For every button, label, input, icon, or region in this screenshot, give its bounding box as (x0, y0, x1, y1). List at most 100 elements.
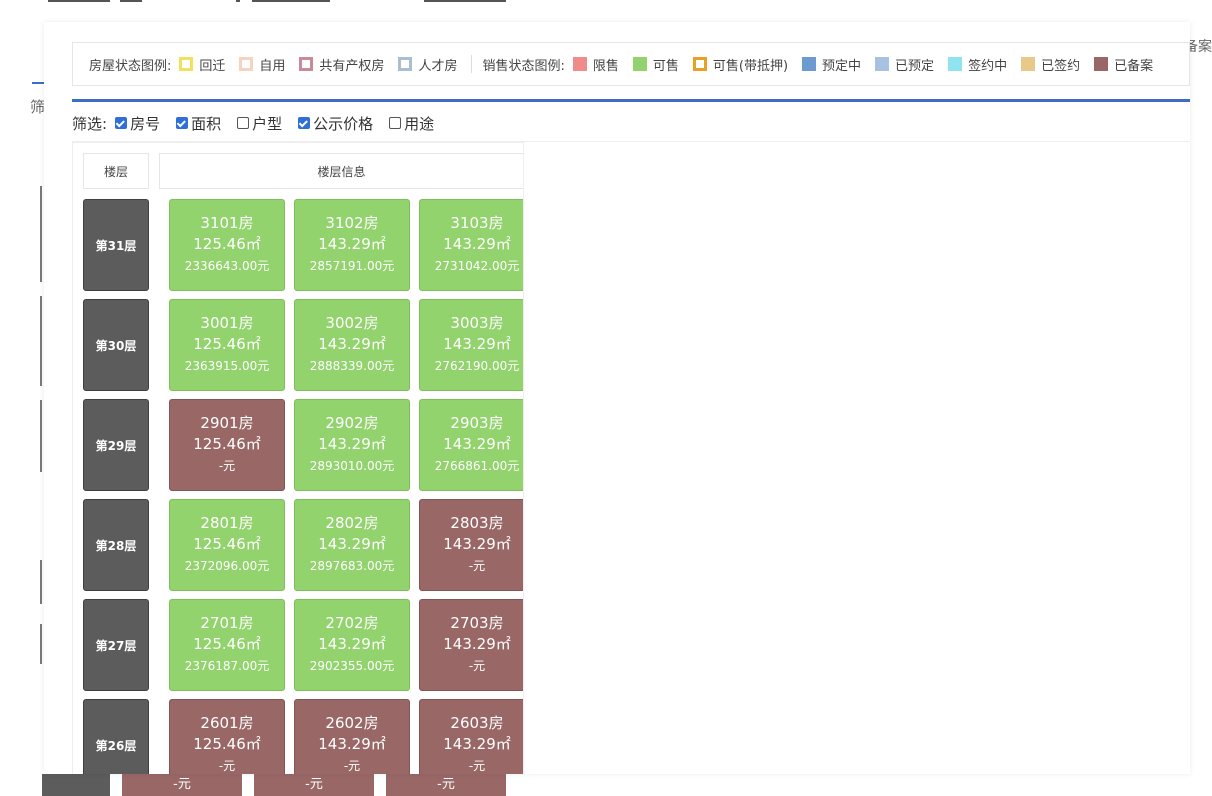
unit-cell[interactable]: 2903房 143.29㎡ 2766861.00元 (419, 399, 523, 491)
unit-cell[interactable]: 2603房 143.29㎡ -元 (419, 699, 523, 774)
unit-area: 143.29㎡ (318, 735, 386, 753)
legend-label: 可售(带抵押) (712, 58, 789, 74)
unit-cell[interactable]: 2902房 143.29㎡ 2893010.00元 (294, 399, 410, 491)
sale-status-legend-item: 签约中 (948, 55, 1007, 74)
filter-checkbox-3[interactable]: 户型 (237, 113, 282, 134)
background-divider (40, 624, 42, 664)
legend-label: 签约中 (968, 58, 1008, 74)
floor-info-column-header: 楼层信息 (159, 153, 523, 189)
sale-status-legend-item: 已签约 (1021, 55, 1080, 74)
unit-cell[interactable]: 2801房 125.46㎡ 2372096.00元 (169, 499, 285, 591)
unit-cell[interactable]: 3101房 125.46㎡ 2336643.00元 (169, 199, 285, 291)
unit-area: 125.46㎡ (193, 735, 261, 753)
filter-option-label: 用途 (404, 114, 435, 133)
checkbox-icon[interactable] (115, 117, 128, 129)
floor-grid: 楼层 楼层信息 第31层 3101房 125.46㎡ 2336643.00元 3102房… (72, 142, 524, 774)
floor-label: 第28层 (83, 499, 149, 591)
unit-price: 2762190.00元 (434, 359, 520, 373)
legend-swatch-icon (632, 57, 647, 71)
unit-area: 143.29㎡ (443, 635, 511, 653)
legend-swatch-icon (299, 57, 314, 71)
background-unit-cell[interactable]: -元 (122, 774, 242, 796)
unit-price: -元 (343, 759, 361, 773)
unit-area: 143.29㎡ (318, 335, 386, 353)
filter-checkbox-5[interactable]: 用途 (389, 113, 434, 134)
filter-checkbox-1[interactable]: 房号 (115, 113, 160, 134)
sale-status-legend-item: 可售 (632, 55, 679, 74)
legend-separator (471, 55, 473, 73)
filter-checkbox-2[interactable]: 面积 (176, 113, 221, 134)
background-filter-label: 筛 (30, 98, 46, 116)
unit-price: 2363915.00元 (184, 359, 270, 373)
unit-room-number: 2803房 (450, 514, 504, 532)
unit-room-number: 3101房 (200, 214, 254, 232)
legend-swatch-icon (1021, 57, 1036, 71)
house-status-legend-title: 房屋状态图例: (89, 58, 172, 74)
background-top-links (0, 0, 1212, 6)
background-unit-cell[interactable]: -元 (254, 774, 374, 796)
unit-cell[interactable]: 2802房 143.29㎡ 2897683.00元 (294, 499, 410, 591)
checkbox-icon[interactable] (298, 117, 311, 129)
house-status-legend-item: 回迁 (179, 55, 225, 74)
legend-label: 共有产权房 (319, 58, 385, 74)
unit-cell[interactable]: 2701房 125.46㎡ 2376187.00元 (169, 599, 285, 691)
unit-cell[interactable]: 3002房 143.29㎡ 2888339.00元 (294, 299, 410, 391)
unit-cell[interactable]: 2901房 125.46㎡ -元 (169, 399, 285, 491)
floor-label: 第30层 (83, 299, 149, 391)
unit-room-number: 2703房 (450, 614, 504, 632)
unit-room-number: 3003房 (450, 314, 504, 332)
checkbox-icon[interactable] (389, 117, 402, 129)
unit-area: 125.46㎡ (193, 235, 261, 253)
unit-room-number: 2701房 (200, 614, 254, 632)
background-unit-cell[interactable]: -元 (386, 774, 506, 796)
house-status-legend-item: 自用 (239, 55, 285, 74)
unit-price: 2376187.00元 (184, 659, 270, 673)
floor-row: 第31层 3101房 125.46㎡ 2336643.00元 3102房 143.29㎡ 2… (83, 199, 523, 291)
legend-label: 自用 (259, 58, 286, 74)
unit-price: 2902355.00元 (309, 659, 395, 673)
unit-area: 125.46㎡ (193, 335, 261, 353)
legend-swatch-icon (692, 57, 707, 71)
floor-row: 第26层 2601房 125.46㎡ -元 2602房 143.29㎡ -元 2603房 143… (83, 699, 523, 774)
legend-swatch-icon (179, 57, 194, 71)
floor-row: 第27层 2701房 125.46㎡ 2376187.00元 2702房 143.29㎡ 2… (83, 599, 523, 691)
unit-room-number: 2902房 (325, 414, 379, 432)
unit-cell[interactable]: 2703房 143.29㎡ -元 (419, 599, 523, 691)
filter-option-label: 公示价格 (313, 114, 374, 133)
legend-label: 限售 (592, 58, 619, 74)
sale-status-legend-title: 销售状态图例: (482, 58, 565, 74)
unit-cell[interactable]: 3103房 143.29㎡ 2731042.00元 (419, 199, 523, 291)
legend-bar: 房屋状态图例: 回迁 自用 共有产权房 人才房 销售状态图例: 限售 可售 可售(带抵押)… (72, 42, 1190, 86)
floor-label: 第26层 (83, 699, 149, 774)
unit-price: -元 (468, 659, 486, 673)
legend-swatch-icon (802, 57, 817, 71)
background-divider (40, 296, 42, 386)
unit-area: 143.29㎡ (443, 335, 511, 353)
legend-label: 回迁 (199, 58, 226, 74)
unit-price: -元 (218, 759, 236, 773)
checkbox-icon[interactable] (237, 117, 250, 129)
filter-checkbox-4[interactable]: 公示价格 (298, 113, 373, 134)
floor-column-header: 楼层 (83, 153, 149, 189)
unit-cell[interactable]: 3003房 143.29㎡ 2762190.00元 (419, 299, 523, 391)
background-divider (40, 400, 42, 472)
unit-room-number: 2903房 (450, 414, 504, 432)
unit-price: 2897683.00元 (309, 559, 395, 573)
unit-price: -元 (468, 759, 486, 773)
unit-cell[interactable]: 2601房 125.46㎡ -元 (169, 699, 285, 774)
unit-cell[interactable]: 2602房 143.29㎡ -元 (294, 699, 410, 774)
unit-cell[interactable]: 2702房 143.29㎡ 2902355.00元 (294, 599, 410, 691)
unit-cell[interactable]: 3102房 143.29㎡ 2857191.00元 (294, 199, 410, 291)
unit-area: 143.29㎡ (318, 235, 386, 253)
house-status-legend-item: 人才房 (398, 55, 457, 74)
checkbox-icon[interactable] (176, 117, 189, 129)
unit-cell[interactable]: 3001房 125.46㎡ 2363915.00元 (169, 299, 285, 391)
unit-price: 2766861.00元 (434, 459, 520, 473)
filter-row: 筛选: 房号 面积 户型 公示价格 用途 (72, 110, 450, 136)
unit-area: 143.29㎡ (443, 235, 511, 253)
unit-room-number: 3001房 (200, 314, 254, 332)
legend-swatch-icon (948, 57, 963, 71)
unit-room-number: 2702房 (325, 614, 379, 632)
unit-room-number: 2602房 (325, 714, 379, 732)
unit-cell[interactable]: 2803房 143.29㎡ -元 (419, 499, 523, 591)
